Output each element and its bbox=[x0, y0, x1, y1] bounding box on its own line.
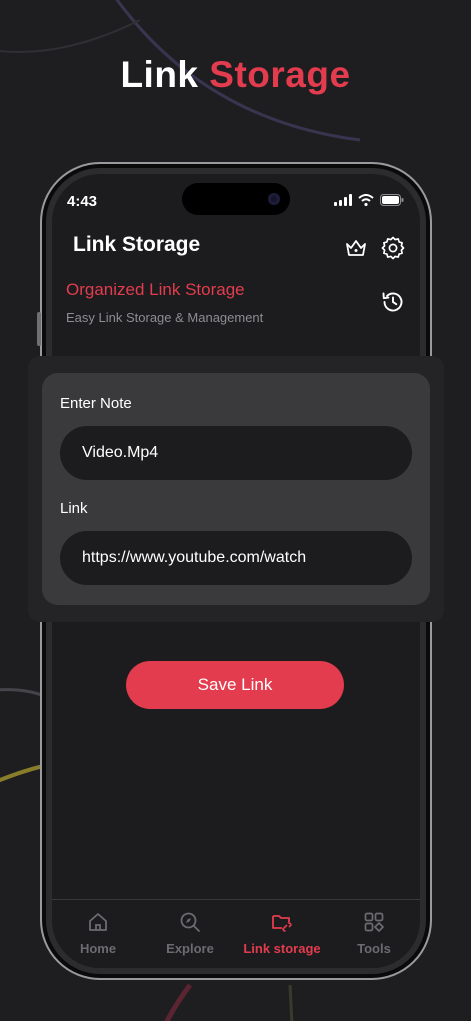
link-input[interactable] bbox=[60, 531, 412, 585]
dynamic-island bbox=[182, 183, 290, 215]
explore-icon bbox=[180, 912, 200, 932]
save-link-button[interactable]: Save Link bbox=[126, 661, 344, 709]
wifi-icon bbox=[358, 194, 374, 206]
tab-home[interactable]: Home bbox=[52, 900, 144, 968]
tab-explore[interactable]: Explore bbox=[144, 900, 236, 968]
tools-grid-icon bbox=[364, 912, 384, 932]
crown-icon[interactable] bbox=[343, 235, 369, 261]
headline-word-link: Link bbox=[120, 54, 199, 95]
link-label: Link bbox=[60, 500, 88, 517]
history-icon[interactable] bbox=[380, 289, 406, 315]
status-time: 4:43 bbox=[67, 193, 98, 210]
tab-explore-label: Explore bbox=[166, 941, 214, 956]
app-title: Link Storage bbox=[73, 233, 201, 256]
gear-icon[interactable] bbox=[380, 235, 406, 261]
headline-word-storage: Storage bbox=[209, 54, 351, 95]
note-input[interactable] bbox=[60, 426, 412, 480]
tab-home-label: Home bbox=[79, 941, 117, 956]
form-card: Enter Note Link bbox=[42, 373, 430, 605]
tab-tools-label: Tools bbox=[357, 941, 391, 956]
home-icon bbox=[89, 913, 107, 931]
tab-bar: Home Explore Link storage Tools bbox=[52, 899, 420, 968]
note-label: Enter Note bbox=[60, 395, 132, 412]
signal-icon bbox=[334, 194, 352, 206]
tab-tools[interactable]: Tools bbox=[328, 900, 420, 968]
page-headline: Link Storage bbox=[0, 54, 471, 96]
battery-icon bbox=[380, 194, 404, 206]
tagline: Organized Link Storage bbox=[66, 280, 245, 299]
tab-link-storage[interactable]: Link storage bbox=[236, 900, 328, 968]
phone-side-button bbox=[37, 312, 41, 346]
status-icons bbox=[334, 194, 404, 206]
link-folder-icon bbox=[272, 915, 292, 932]
tab-link-storage-label: Link storage bbox=[243, 941, 321, 956]
camera-icon bbox=[268, 193, 280, 205]
description: Easy Link Storage & Management bbox=[66, 310, 264, 325]
